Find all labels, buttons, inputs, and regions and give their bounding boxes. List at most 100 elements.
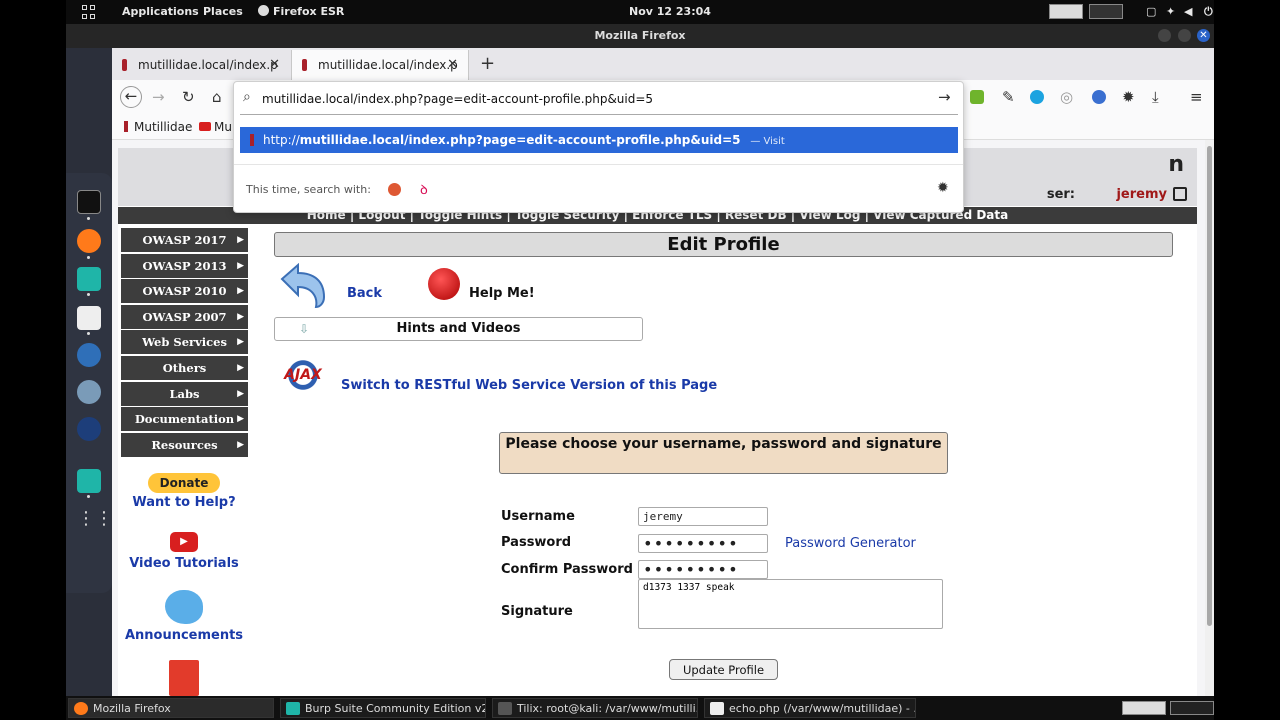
firefox-icon [74,702,88,715]
volume-icon[interactable]: ◀ [1184,5,1192,18]
back-link[interactable]: Back [347,286,382,301]
task-firefox[interactable]: Mozilla Firefox [68,698,274,718]
ajax-logo[interactable]: AJAX [278,355,328,395]
nav-others[interactable]: Others ▶ [121,355,248,380]
show-apps-icon[interactable]: ⋮⋮ [77,508,113,532]
signature-textarea[interactable]: d1373 1337 speak [638,579,943,629]
update-profile-button[interactable]: Update Profile [669,659,778,680]
help-me-link[interactable]: Help Me! [469,286,535,301]
hints-and-videos-toggle[interactable]: ⇩ Hints and Videos [274,317,643,341]
workspace-2-indicator[interactable] [1089,4,1123,19]
search-settings-gear-icon[interactable]: ✹ [937,180,949,196]
restful-link[interactable]: Switch to RESTful Web Service Version of… [341,378,717,393]
password-input[interactable] [638,534,768,553]
screen-icon[interactable]: ▢ [1146,5,1156,18]
close-tab-icon[interactable]: ✕ [269,57,280,72]
bookmark-youtube[interactable]: Mu [199,120,232,134]
nav-documentation[interactable]: Documentation ▶ [121,407,248,432]
nav-owasp-2017[interactable]: OWASP 2017 ▶ [121,228,248,252]
running-dot [87,495,90,498]
applications-menu[interactable]: Applications [122,5,199,18]
back-arrow-icon[interactable] [278,263,328,309]
donate-section: Donate Want to Help? [118,473,250,510]
maltego-icon[interactable] [77,417,101,441]
submenu-arrow-icon: ▶ [237,337,244,348]
web-page: n ser: jeremy Home | Logout | Toggle Hin… [112,140,1214,696]
nav-owasp-2013[interactable]: OWASP 2013 ▶ [121,253,248,278]
signature-label: Signature [501,604,573,619]
help-button-icon[interactable] [428,268,460,300]
edit-profile-icon[interactable] [1173,187,1187,201]
page-scrollbar[interactable] [1205,140,1214,696]
back-nav-icon[interactable]: ← [120,86,142,108]
debian-icon[interactable]: ꝺ [420,180,428,198]
alien-icon[interactable] [77,380,101,404]
minimize-button[interactable] [1158,29,1171,42]
running-dot [87,293,90,296]
wireshark-icon[interactable] [77,343,101,367]
go-arrow-icon[interactable]: → [938,88,951,106]
tab-1[interactable]: mutillidae.local/index.p ✕ [112,50,290,80]
task-editor[interactable]: echo.php (/var/www/mutillidae) - ... [704,698,916,718]
task-burp[interactable]: Burp Suite Community Edition v2... [280,698,486,718]
url-suggestion[interactable]: http://mutillidae.local/index.php?page=e… [240,127,958,153]
burp-icon[interactable] [77,267,101,291]
password-generator-link[interactable]: Password Generator [785,536,916,551]
download-icon[interactable]: ⤓ [1152,88,1159,106]
confirm-password-input[interactable] [638,560,768,579]
window-title-bar: Mozilla Firefox ✕ [66,24,1214,48]
mutillidae-favicon [124,121,128,132]
nav-owasp-2010[interactable]: OWASP 2010 ▶ [121,279,248,304]
video-tutorials-link[interactable]: Video Tutorials [118,556,250,571]
forward-nav-icon[interactable]: → [152,88,165,106]
active-app-label[interactable]: Firefox ESR [258,5,344,18]
home-icon[interactable]: ⌂ [212,88,222,106]
wrench-icon[interactable]: ✎ [1002,88,1015,106]
duckduckgo-icon[interactable] [388,183,401,196]
settings-gear-icon[interactable]: ✹ [1122,88,1135,106]
network-icon[interactable]: ✦ [1166,5,1175,18]
clock[interactable]: Nov 12 23:04 [629,5,711,18]
nav-resources[interactable]: Resources ▶ [121,432,248,457]
reload-icon[interactable]: ↻ [182,88,195,106]
pdf-icon[interactable] [169,660,199,696]
announcements-link[interactable]: Announcements [118,628,250,643]
firefox-icon[interactable] [77,229,101,253]
task-tilix[interactable]: Tilix: root@kali: /var/www/mutilli... [492,698,698,718]
fingerprint-icon[interactable]: ◎ [1060,88,1073,106]
scrollbar-thumb[interactable] [1207,146,1212,626]
burp-extension-icon[interactable] [970,90,984,104]
video-section: ▶ Video Tutorials [118,532,250,571]
close-window-button[interactable]: ✕ [1197,29,1210,42]
nav-owasp-2007[interactable]: OWASP 2007 ▶ [121,304,248,329]
text-editor-icon[interactable] [77,306,101,330]
burp-shortcut-icon[interactable] [77,469,101,493]
want-to-help-link[interactable]: Want to Help? [118,495,250,510]
extension-blue-icon[interactable] [1030,90,1044,104]
nav-labs[interactable]: Labs ▶ [121,381,248,406]
new-tab-button[interactable]: + [480,53,495,74]
mutillidae-favicon [250,134,254,146]
power-icon[interactable]: ⏻ [1204,5,1213,19]
workspace-1-switcher[interactable] [1122,701,1166,715]
terminal-icon[interactable] [77,190,101,214]
nav-web-services[interactable]: Web Services ▶ [121,330,248,355]
donate-button[interactable]: Donate [148,473,220,493]
youtube-play-icon[interactable]: ▶ [170,532,198,552]
terminal-icon [498,702,512,715]
globe-extension-icon[interactable] [1092,90,1106,104]
workspace-1-indicator[interactable] [1049,4,1083,19]
app-grid-icon[interactable] [82,5,96,19]
dock-panel: ⋮⋮ [66,173,113,593]
workspace-2-switcher[interactable] [1170,701,1214,715]
close-tab-icon[interactable]: ✕ [447,57,458,72]
username-input[interactable] [638,507,768,526]
url-input[interactable] [262,90,922,108]
tab-2[interactable]: mutillidae.local/index.p ✕ [291,50,469,80]
bookmark-mutillidae[interactable]: Mutillidae [124,120,192,134]
places-menu[interactable]: Places [203,5,243,18]
pdf-section [118,660,250,696]
hamburger-menu-icon[interactable]: ≡ [1190,88,1203,106]
twitter-bird-icon[interactable] [165,590,203,624]
maximize-button[interactable] [1178,29,1191,42]
